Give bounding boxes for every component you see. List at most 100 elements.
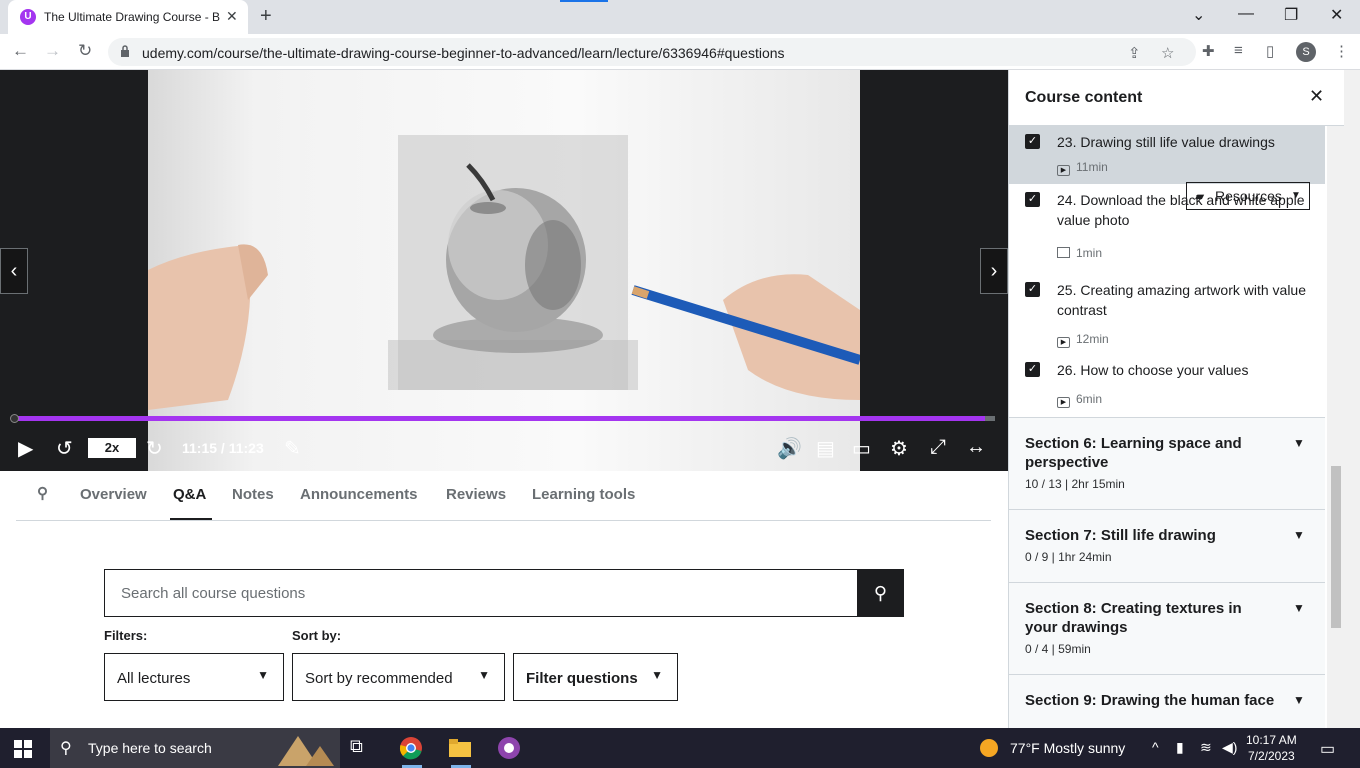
play-icon: ▶: [1057, 165, 1070, 176]
play-icon: ▶: [1057, 397, 1070, 408]
new-tab-button[interactable]: +: [260, 5, 272, 28]
sort-select[interactable]: Sort by recommended ▼: [292, 653, 505, 701]
checkbox-checked[interactable]: ✓: [1025, 282, 1040, 297]
back-arrow-icon[interactable]: ←: [12, 41, 29, 61]
show-hidden-icons-chevron[interactable]: ^: [1152, 739, 1159, 755]
minimize-button[interactable]: —: [1238, 5, 1254, 23]
browser-tab-active[interactable]: U The Ultimate Drawing Course - B ✕: [8, 0, 248, 34]
network-icon[interactable]: ≋: [1200, 739, 1212, 756]
add-note-icon[interactable]: ✎: [284, 436, 301, 461]
chrome-icon[interactable]: [399, 736, 423, 760]
playback-speed-button[interactable]: 2x: [88, 438, 136, 458]
lecture-filter-value: All lectures: [117, 670, 191, 687]
task-view-icon[interactable]: ⧉: [350, 736, 374, 760]
transcript-icon[interactable]: ▤: [816, 436, 835, 461]
section-title: Section 6: Learning space and perspectiv…: [1025, 435, 1242, 471]
rewind-5-icon[interactable]: ↺: [56, 436, 73, 461]
volume-tray-icon[interactable]: ◀): [1222, 739, 1237, 756]
notifications-icon[interactable]: ▭: [1320, 739, 1335, 759]
lecture-item-25[interactable]: ✓ 25. Creating amazing artwork with valu…: [1009, 274, 1325, 352]
share-icon[interactable]: ⇪: [1128, 44, 1141, 62]
checkbox-checked[interactable]: ✓: [1025, 192, 1040, 207]
qa-search-input[interactable]: [105, 570, 857, 616]
tab-qa[interactable]: Q&A: [173, 486, 206, 503]
play-icon[interactable]: ▶: [18, 436, 33, 461]
tab-reviews[interactable]: Reviews: [446, 486, 506, 503]
restore-button[interactable]: ❐: [1284, 5, 1298, 25]
forward-5-icon[interactable]: ↻: [146, 436, 163, 461]
tab-drag-indicator: [560, 0, 608, 2]
previous-lecture-button[interactable]: ‹: [0, 248, 28, 294]
browser-toolbar: ← → ↻ udemy.com/course/the-ultimate-draw…: [0, 34, 1360, 70]
github-desktop-icon[interactable]: [497, 736, 521, 760]
fullscreen-icon[interactable]: ⤢: [930, 436, 946, 459]
tab-notes[interactable]: Notes: [232, 486, 274, 503]
section-title: Section 9: Drawing the human face: [1025, 692, 1275, 709]
tab-close-icon[interactable]: ✕: [226, 8, 238, 25]
weather-text[interactable]: 77°F Mostly sunny: [1010, 740, 1125, 756]
sidebar-scrollbar[interactable]: [1327, 126, 1345, 728]
tab-overview[interactable]: Overview: [80, 486, 147, 503]
close-icon[interactable]: ✕: [1309, 86, 1324, 107]
captions-icon[interactable]: ▭: [852, 436, 871, 461]
sidebar-scrollbar-thumb[interactable]: [1331, 466, 1341, 628]
lecture-meta: ▶ 11min: [1057, 160, 1108, 176]
tab-title: The Ultimate Drawing Course - B: [44, 10, 221, 24]
udemy-favicon-icon: U: [20, 9, 36, 25]
section-meta: 0 / 4 | 59min: [1025, 642, 1091, 656]
next-lecture-button[interactable]: ›: [980, 248, 1008, 294]
lecture-item-26[interactable]: ✓ 26. How to choose your values ▶ 6min: [1009, 354, 1325, 416]
video-player[interactable]: ‹ › ▶ ↺ 2x ↻ 11:15 / 11:23 ✎ 🔊 ▤ ▭ ⚙ ⤢ ↔: [0, 70, 1008, 471]
forward-arrow-icon[interactable]: →: [44, 41, 61, 61]
search-icon[interactable]: ⚲: [857, 570, 904, 616]
extensions-puzzle-icon[interactable]: ✚: [1202, 42, 1215, 60]
search-tab-icon[interactable]: ⚲: [37, 484, 48, 502]
lecture-meta: ▶ 6min: [1057, 392, 1102, 408]
tab-learning-tools[interactable]: Learning tools: [532, 486, 635, 503]
file-explorer-icon[interactable]: [448, 736, 472, 760]
menu-kebab-icon[interactable]: ⋮: [1334, 42, 1349, 60]
reload-icon[interactable]: ↻: [78, 41, 92, 61]
address-bar[interactable]: udemy.com/course/the-ultimate-drawing-co…: [108, 38, 1196, 66]
filter-questions-label: Filter questions: [526, 670, 638, 687]
clock-time: 10:17 AM: [1246, 733, 1297, 747]
lecture-title: 25. Creating amazing artwork with value …: [1057, 282, 1307, 318]
qa-search-box: ⚲: [104, 569, 904, 617]
side-panel-icon[interactable]: ▯: [1266, 42, 1274, 60]
lecture-filter-select[interactable]: All lectures ▼: [104, 653, 284, 701]
file-icon: [1057, 247, 1070, 258]
bookmark-star-icon[interactable]: ☆: [1161, 44, 1174, 62]
checkbox-checked[interactable]: ✓: [1025, 362, 1040, 377]
page-scrollbar[interactable]: [1344, 70, 1360, 728]
volume-icon[interactable]: 🔊: [777, 436, 802, 461]
chevron-down-icon: ▼: [478, 668, 490, 682]
expand-width-icon[interactable]: ↔: [966, 436, 986, 459]
section-9[interactable]: Section 9: Drawing the human face ▼: [1009, 674, 1325, 728]
section-8[interactable]: Section 8: Creating textures in your dra…: [1009, 582, 1325, 674]
section-meta: 10 / 13 | 2hr 15min: [1025, 477, 1125, 491]
windows-start-icon[interactable]: [14, 740, 32, 758]
video-progress-bar[interactable]: [14, 416, 995, 421]
media-queue-icon[interactable]: ≡: [1234, 42, 1243, 59]
tab-search-chevron-icon[interactable]: ⌄: [1192, 5, 1205, 25]
section-7[interactable]: Section 7: Still life drawing ▼ 0 / 9 | …: [1009, 509, 1325, 582]
profile-avatar[interactable]: S: [1296, 42, 1316, 62]
tab-announcements[interactable]: Announcements: [300, 486, 418, 503]
chevron-down-icon: ▼: [651, 668, 663, 682]
section-6[interactable]: Section 6: Learning space and perspectiv…: [1009, 417, 1325, 509]
checkbox-checked[interactable]: ✓: [1025, 134, 1040, 149]
settings-gear-icon[interactable]: ⚙: [890, 436, 908, 461]
resources-dropdown-button[interactable]: ▰ Resources ▼: [1186, 182, 1310, 210]
sort-value: Sort by recommended: [305, 670, 453, 687]
filter-questions-button[interactable]: Filter questions ▼: [513, 653, 678, 701]
window-close-button[interactable]: ✕: [1330, 5, 1343, 25]
video-frame: [148, 70, 862, 471]
taskbar-search-box[interactable]: ⚲ Type here to search: [50, 728, 340, 768]
section-title: Section 7: Still life drawing: [1025, 527, 1216, 544]
lecture-item-23[interactable]: ✓ 23. Drawing still life value drawings …: [1009, 126, 1325, 184]
taskbar-clock[interactable]: 10:17 AM 7/2/2023: [1246, 732, 1297, 764]
taskbar-search-placeholder: Type here to search: [88, 740, 212, 756]
progress-scrubber-handle[interactable]: [10, 414, 19, 423]
lecture-title: 23. Drawing still life value drawings: [1057, 134, 1275, 150]
battery-icon[interactable]: ▮: [1176, 739, 1184, 756]
